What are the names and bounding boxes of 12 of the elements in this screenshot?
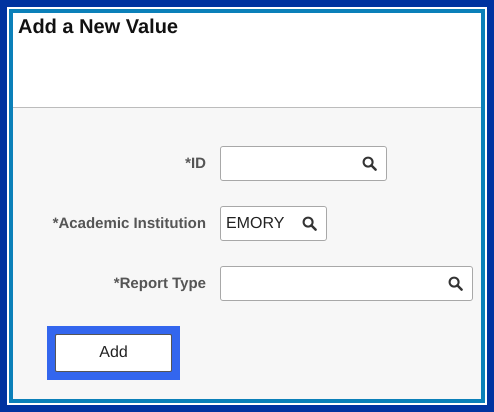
field-label: *Report Type: [112, 275, 206, 292]
input-field[interactable]: EMORY: [220, 206, 327, 241]
field-label: *ID: [184, 155, 206, 172]
page-title: Add a New Value: [18, 16, 180, 39]
input-field[interactable]: [220, 266, 473, 301]
input-field[interactable]: [220, 146, 387, 181]
search-icon[interactable]: [448, 276, 463, 291]
field-value: EMORY: [226, 214, 284, 232]
search-icon[interactable]: [302, 216, 317, 231]
add-button[interactable]: Add: [55, 334, 172, 372]
search-icon[interactable]: [362, 156, 377, 171]
field-label: *Academic Institution: [52, 215, 206, 232]
